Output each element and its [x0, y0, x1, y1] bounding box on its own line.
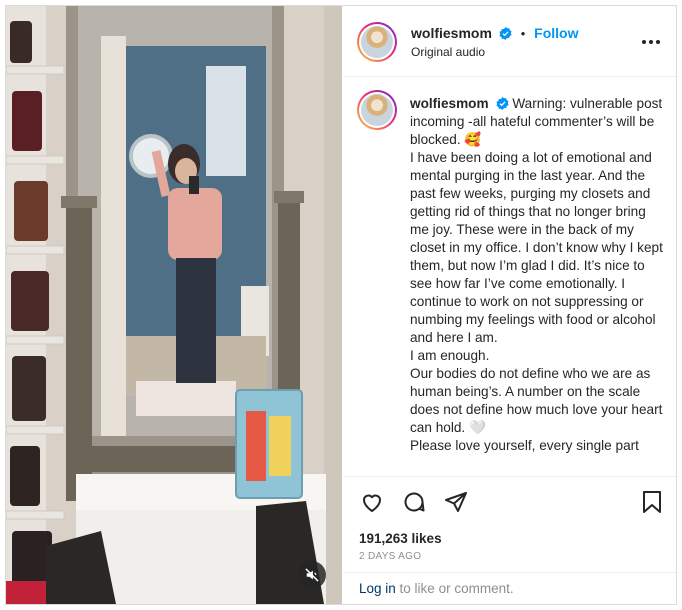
heart-icon — [363, 494, 381, 512]
speaker-muted-icon — [305, 568, 319, 582]
caption-author-avatar[interactable] — [357, 90, 397, 130]
verified-badge-icon — [499, 27, 512, 40]
post-header: wolfiesmom • Follow Original audio — [343, 6, 676, 77]
video-frame-mirror-selfie — [6, 6, 342, 604]
post-video[interactable] — [6, 6, 342, 604]
header-author-line: wolfiesmom • Follow — [411, 25, 578, 41]
caption-line: I am enough. — [410, 348, 490, 363]
comment-bubble-icon — [404, 492, 425, 512]
mute-button[interactable] — [298, 561, 326, 589]
comment-login-bar: Log in to like or comment. — [343, 572, 676, 604]
caption-text: wolfiesmom Warning: vulnerable post inco… — [410, 95, 666, 455]
comment-button[interactable] — [401, 489, 427, 515]
share-button[interactable] — [443, 489, 469, 515]
post-sidebar: wolfiesmom • Follow Original audio wolfi… — [343, 6, 676, 604]
login-link[interactable]: Log in — [359, 581, 396, 596]
comment-login-text: to like or comment. — [395, 581, 514, 596]
bookmark-icon — [643, 491, 661, 513]
more-options-icon — [642, 40, 660, 44]
caption-username[interactable]: wolfiesmom — [410, 96, 489, 111]
like-button[interactable] — [359, 489, 385, 515]
author-avatar[interactable] — [357, 22, 397, 62]
post-dialog: wolfiesmom • Follow Original audio wolfi… — [5, 5, 677, 605]
caption-line: Please love yourself, every single part — [410, 438, 639, 453]
caption-line: Our bodies do not define who we are as h… — [410, 366, 663, 435]
verified-badge-icon — [496, 97, 509, 110]
paper-plane-icon — [445, 492, 467, 512]
author-username[interactable]: wolfiesmom — [411, 25, 492, 41]
audio-label[interactable]: Original audio — [411, 45, 485, 59]
caption-section: wolfiesmom Warning: vulnerable post inco… — [343, 78, 676, 476]
post-date[interactable]: 2 DAYS AGO — [359, 551, 421, 562]
caption-line: I have been doing a lot of emotional and… — [410, 150, 663, 345]
post-actions: 191,263 likes 2 DAYS AGO — [343, 476, 676, 572]
follow-button[interactable]: Follow — [534, 25, 578, 41]
save-button[interactable] — [639, 489, 665, 515]
likes-count[interactable]: 191,263 likes — [359, 531, 442, 546]
separator-dot: • — [520, 26, 526, 41]
more-options-button[interactable] — [639, 32, 663, 52]
